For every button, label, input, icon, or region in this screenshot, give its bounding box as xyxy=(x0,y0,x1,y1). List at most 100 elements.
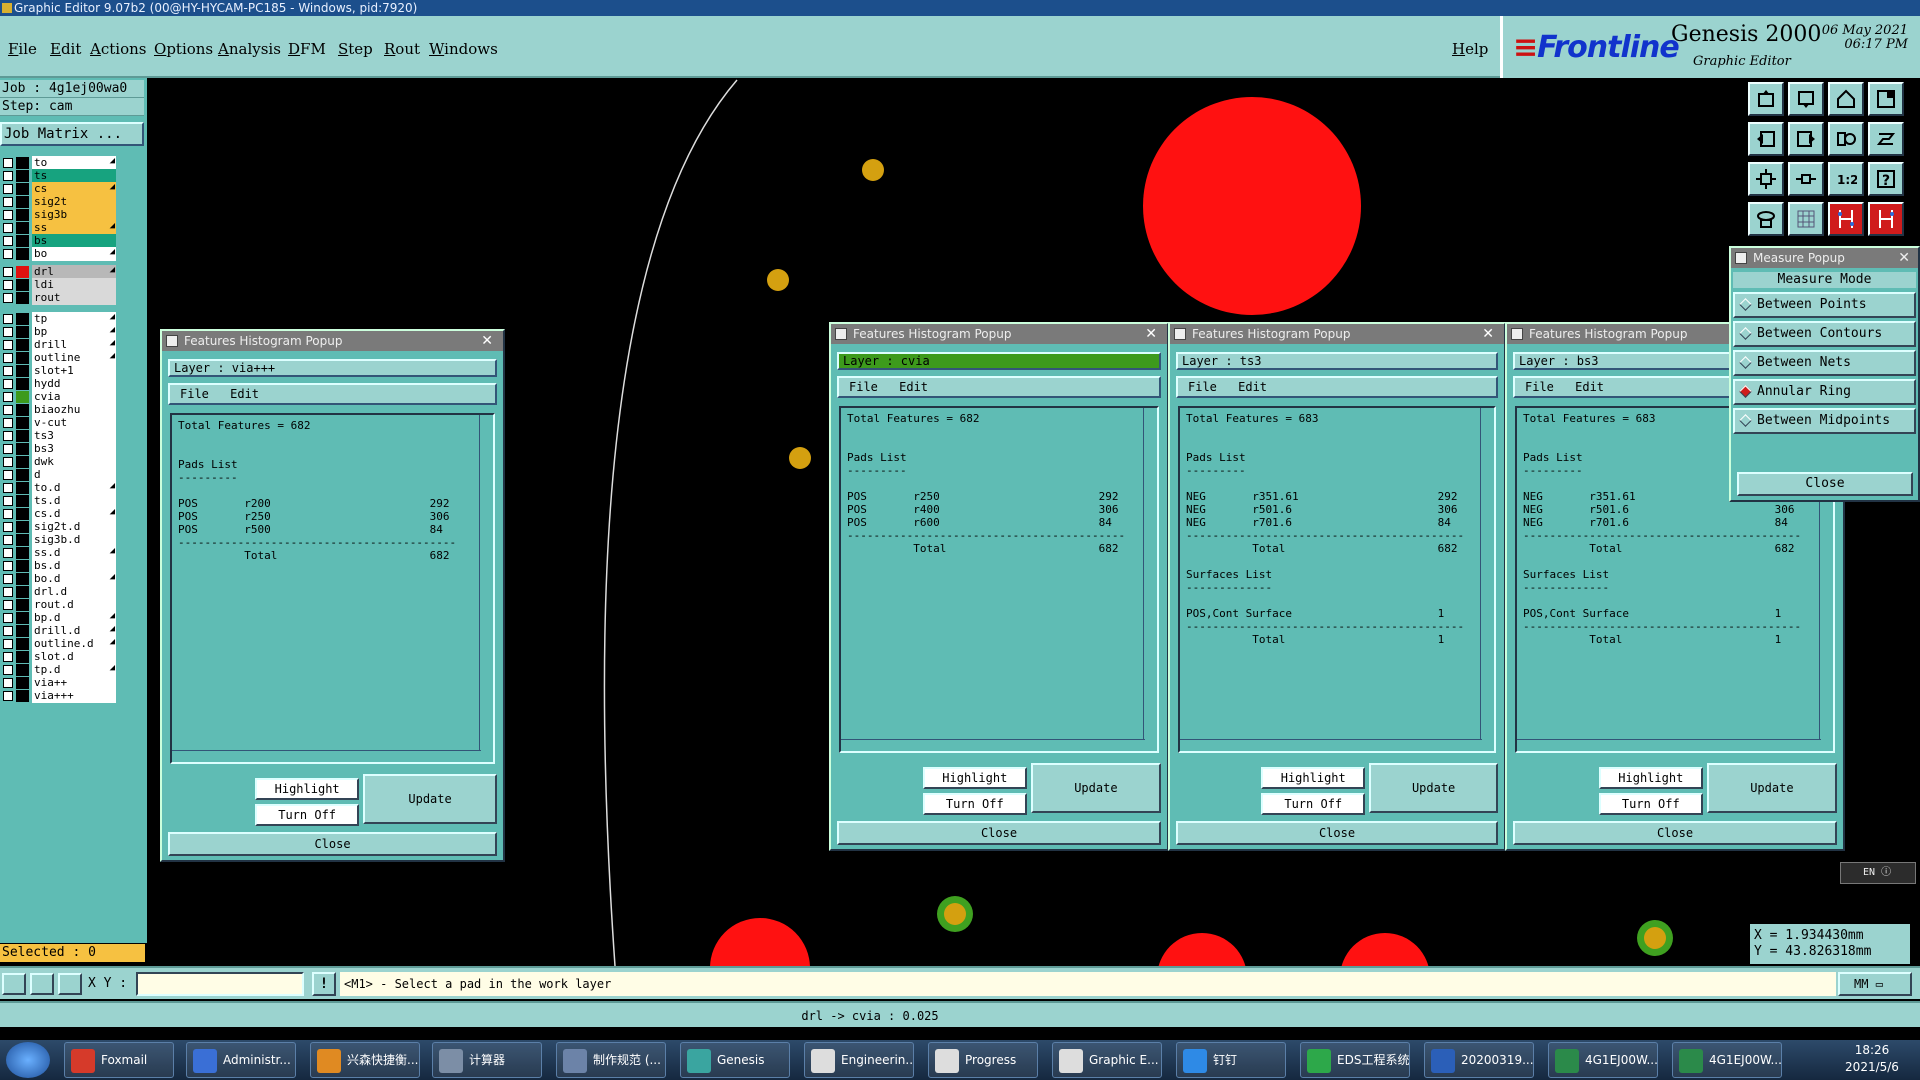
taskbar-item[interactable]: Graphic E... xyxy=(1052,1042,1162,1078)
layer-name[interactable]: bs xyxy=(32,234,116,248)
layer-checkbox[interactable] xyxy=(3,431,13,441)
layer-name[interactable]: d xyxy=(32,468,116,482)
layer-row[interactable]: drill.d ◢ xyxy=(0,624,118,638)
layer-row[interactable]: slot+1 xyxy=(0,364,118,378)
layer-name[interactable]: via+++ xyxy=(32,689,116,703)
histogram-text-area[interactable]: Total Features = 682 Pads List ---------… xyxy=(170,413,495,764)
layer-checkbox[interactable] xyxy=(3,405,13,415)
layer-name[interactable]: drill xyxy=(32,338,116,352)
highlight-button[interactable]: Highlight xyxy=(1261,767,1366,789)
histogram-text-area[interactable]: Total Features = 682 Pads List ---------… xyxy=(839,406,1159,753)
layer-row[interactable]: rout xyxy=(0,291,118,305)
measure-close-button[interactable]: Close xyxy=(1737,472,1913,496)
layer-row[interactable]: sig3b xyxy=(0,208,118,222)
highlight-button[interactable]: Highlight xyxy=(255,778,360,800)
tool-rotate[interactable] xyxy=(1868,122,1904,156)
turn-off-button[interactable]: Turn Off xyxy=(255,804,360,826)
layer-name[interactable]: outline.d xyxy=(32,637,116,651)
layer-name[interactable]: to.d xyxy=(32,481,116,495)
close-button[interactable]: Close xyxy=(837,821,1161,845)
layer-checkbox[interactable] xyxy=(3,184,13,194)
turn-off-button[interactable]: Turn Off xyxy=(1261,793,1366,815)
layer-checkbox[interactable] xyxy=(3,613,13,623)
layer-name[interactable]: ldi xyxy=(32,278,116,292)
measure-option[interactable]: Between Nets xyxy=(1733,350,1916,376)
system-clock[interactable]: 18:26 2021/5/6 xyxy=(1830,1042,1914,1078)
close-icon[interactable]: ✕ xyxy=(1145,324,1157,344)
layer-row[interactable]: tp.d ◢ xyxy=(0,663,118,677)
layer-row[interactable]: cs ◢ xyxy=(0,182,118,196)
layer-checkbox[interactable] xyxy=(3,223,13,233)
menu-edit[interactable]: Edit xyxy=(50,40,81,58)
measure-option[interactable]: Between Contours xyxy=(1733,321,1916,347)
layer-row[interactable]: bs.d xyxy=(0,559,118,573)
layer-checkbox[interactable] xyxy=(3,418,13,428)
layer-name[interactable]: bp.d xyxy=(32,611,116,625)
layer-row[interactable]: ts xyxy=(0,169,118,183)
taskbar-item[interactable]: Genesis xyxy=(680,1042,790,1078)
language-bar[interactable]: EN ⓘ xyxy=(1840,862,1916,884)
alert-icon[interactable]: ! xyxy=(312,972,336,996)
taskbar-item[interactable]: Progress xyxy=(928,1042,1038,1078)
layer-checkbox[interactable] xyxy=(3,236,13,246)
layer-checkbox[interactable] xyxy=(3,522,13,532)
layer-checkbox[interactable] xyxy=(3,171,13,181)
layer-row[interactable]: bo.d ◢ xyxy=(0,572,118,586)
tool-zoom-out[interactable] xyxy=(1788,162,1824,196)
layer-row[interactable]: cs.d ◢ xyxy=(0,507,118,521)
horizontal-scrollbar[interactable] xyxy=(172,750,481,762)
layer-name[interactable]: bo xyxy=(32,247,116,261)
layer-row[interactable]: ts.d xyxy=(0,494,118,508)
vertical-scrollbar[interactable] xyxy=(1480,408,1494,751)
update-button[interactable]: Update xyxy=(363,774,497,824)
layer-checkbox[interactable] xyxy=(3,535,13,545)
layer-name[interactable]: tp xyxy=(32,312,116,326)
tool-snapshot[interactable] xyxy=(1748,202,1784,236)
menu-options[interactable]: Options xyxy=(154,40,213,58)
layer-name[interactable]: cs.d xyxy=(32,507,116,521)
taskbar-item[interactable]: Foxmail xyxy=(64,1042,174,1078)
layer-checkbox[interactable] xyxy=(3,587,13,597)
close-icon[interactable]: ✕ xyxy=(1482,324,1494,344)
layer-checkbox[interactable] xyxy=(3,678,13,688)
layer-row[interactable]: hydd xyxy=(0,377,118,391)
close-button[interactable]: Close xyxy=(1176,821,1498,845)
measure-option[interactable]: Between Midpoints xyxy=(1733,408,1916,434)
layer-row[interactable]: ss ◢ xyxy=(0,221,118,235)
tool-net-analysis[interactable] xyxy=(1828,202,1864,236)
layer-checkbox[interactable] xyxy=(3,691,13,701)
layer-name[interactable]: sig2t.d xyxy=(32,520,116,534)
layer-checkbox[interactable] xyxy=(3,470,13,480)
layer-checkbox[interactable] xyxy=(3,197,13,207)
layer-row[interactable]: to.d ◢ xyxy=(0,481,118,495)
highlight-button[interactable]: Highlight xyxy=(922,767,1027,789)
layer-name[interactable]: drl xyxy=(32,265,116,279)
layer-checkbox[interactable] xyxy=(3,626,13,636)
units-selector[interactable]: MM ▭ xyxy=(1838,972,1912,996)
layer-name[interactable]: sig2t xyxy=(32,195,116,209)
tool-mirror[interactable] xyxy=(1828,122,1864,156)
layer-name[interactable]: drill.d xyxy=(32,624,116,638)
layer-row[interactable]: sig2t.d xyxy=(0,520,118,534)
layer-name[interactable]: bo.d xyxy=(32,572,116,586)
layer-name[interactable]: biaozhu xyxy=(32,403,116,417)
taskbar-item[interactable]: 计算器 xyxy=(432,1042,542,1078)
taskbar-item[interactable]: EDS工程系统 xyxy=(1300,1042,1410,1078)
taskbar-item[interactable]: 兴森快捷衡... xyxy=(310,1042,420,1078)
popup-menu[interactable]: File Edit xyxy=(1176,376,1498,398)
layer-row[interactable]: drl.d xyxy=(0,585,118,599)
layer-checkbox[interactable] xyxy=(3,639,13,649)
layer-name[interactable]: ts3 xyxy=(32,429,116,443)
layer-name[interactable]: cs xyxy=(32,182,116,196)
layer-row[interactable]: ldi xyxy=(0,278,118,292)
histogram-text-area[interactable]: Total Features = 683 Pads List ---------… xyxy=(1178,406,1496,753)
layer-checkbox[interactable] xyxy=(3,483,13,493)
close-icon[interactable]: ✕ xyxy=(481,331,493,351)
menu-file[interactable]: File xyxy=(8,40,37,58)
close-button[interactable]: Close xyxy=(1513,821,1837,845)
layer-name[interactable]: slot+1 xyxy=(32,364,116,378)
layer-name[interactable]: outline xyxy=(32,351,116,365)
layer-row[interactable]: outline ◢ xyxy=(0,351,118,365)
layer-row[interactable]: outline.d ◢ xyxy=(0,637,118,651)
layer-checkbox[interactable] xyxy=(3,210,13,220)
